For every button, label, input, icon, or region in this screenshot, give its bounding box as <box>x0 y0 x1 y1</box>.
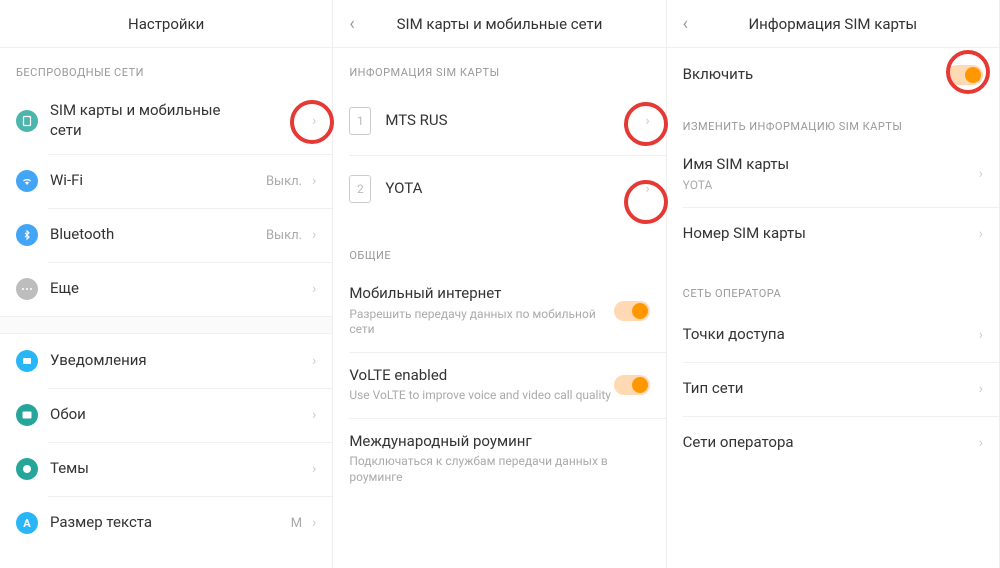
mobile-data-sub: Разрешить передачу данных по мобильной с… <box>349 307 613 338</box>
chevron-right-icon: › <box>312 113 316 129</box>
section-siminfo: ИНФОРМАЦИЯ SIM КАРТЫ <box>333 48 665 87</box>
roaming-label: Международный роуминг <box>349 432 649 452</box>
themes-icon <box>16 458 38 480</box>
chevron-right-icon: › <box>979 327 983 343</box>
sim-cards-item[interactable]: SIM карты и мобильные сети › <box>0 87 332 154</box>
notifications-icon <box>16 350 38 372</box>
network-type-label: Тип сети <box>683 379 979 399</box>
bluetooth-item[interactable]: Bluetooth Выкл. › <box>0 208 332 262</box>
pane1-title: Настройки <box>128 15 204 33</box>
settings-pane: Настройки БЕСПРОВОДНЫЕ СЕТИ SIM карты и … <box>0 0 333 568</box>
chevron-right-icon: › <box>979 226 983 242</box>
more-icon <box>16 278 38 300</box>
chevron-right-icon: › <box>979 435 983 451</box>
sim2-item[interactable]: 2 YOTA › <box>333 155 665 223</box>
chevron-right-icon: › <box>312 281 316 297</box>
bluetooth-label: Bluetooth <box>50 225 266 245</box>
chevron-right-icon: › <box>645 181 649 197</box>
wallpaper-item[interactable]: Обои › <box>0 388 332 442</box>
themes-label: Темы <box>50 459 312 479</box>
bluetooth-icon <box>16 224 38 246</box>
roaming-sub: Подключаться к службам передачи данных в… <box>349 454 649 485</box>
sim-number-item[interactable]: Номер SIM карты › <box>667 207 999 261</box>
notifications-item[interactable]: Уведомления › <box>0 334 332 388</box>
wifi-label: Wi-Fi <box>50 171 266 191</box>
sim-icon <box>16 110 38 132</box>
general-list: Мобильный интернет Разрешить передачу да… <box>333 270 665 499</box>
chevron-right-icon: › <box>312 173 316 189</box>
more-item[interactable]: Еще › <box>0 262 332 316</box>
chevron-right-icon: › <box>312 515 316 531</box>
pane1-header: Настройки <box>0 0 332 48</box>
pane1-list: SIM карты и мобильные сети › Wi-Fi Выкл.… <box>0 87 332 316</box>
chevron-right-icon: › <box>312 461 316 477</box>
operator-networks-item[interactable]: Сети оператора › <box>667 416 999 470</box>
edit-list: Имя SIM карты YOTA › Номер SIM карты › <box>667 141 999 261</box>
operator-list: Точки доступа › Тип сети › Сети оператор… <box>667 308 999 470</box>
volte-sub: Use VoLTE to improve voice and video cal… <box>349 388 613 404</box>
section-general: ОБЩИЕ <box>333 223 665 270</box>
textsize-value: M <box>291 516 302 531</box>
section-operator: СЕТЬ ОПЕРАТОРА <box>667 261 999 308</box>
chevron-right-icon: › <box>979 381 983 397</box>
sim1-label: MTS RUS <box>385 111 645 131</box>
notifications-label: Уведомления <box>50 351 312 371</box>
sim-label: SIM карты и мобильные сети <box>50 101 312 140</box>
pane2-header: ‹ SIM карты и мобильные сети <box>333 0 665 48</box>
enable-toggle[interactable] <box>947 65 983 85</box>
operator-networks-label: Сети оператора <box>683 433 979 453</box>
back-button[interactable]: ‹ <box>683 13 688 34</box>
textsize-icon: A <box>16 512 38 534</box>
wifi-item[interactable]: Wi-Fi Выкл. › <box>0 154 332 208</box>
sim1-item[interactable]: 1 MTS RUS › <box>333 87 665 155</box>
sim1-badge: 1 <box>349 107 371 135</box>
textsize-label: Размер текста <box>50 513 291 533</box>
section-wireless: БЕСПРОВОДНЫЕ СЕТИ <box>0 48 332 87</box>
sim-name-value: YOTA <box>683 178 979 194</box>
network-type-item[interactable]: Тип сети › <box>667 362 999 416</box>
pane3-title: Информация SIM карты <box>748 15 917 33</box>
enable-item[interactable]: Включить <box>667 48 999 102</box>
pane3-header: ‹ Информация SIM карты <box>667 0 999 48</box>
chevron-right-icon: › <box>312 227 316 243</box>
enable-label: Включить <box>683 65 947 85</box>
roaming-item[interactable]: Международный роуминг Подключаться к слу… <box>333 418 665 500</box>
wallpaper-label: Обои <box>50 405 312 425</box>
chevron-right-icon: › <box>979 166 983 182</box>
textsize-item[interactable]: A Размер текста M › <box>0 496 332 550</box>
sim2-label: YOTA <box>385 179 645 199</box>
more-label: Еще <box>50 279 312 299</box>
wifi-icon <box>16 170 38 192</box>
back-button[interactable]: ‹ <box>349 13 354 34</box>
apn-item[interactable]: Точки доступа › <box>667 308 999 362</box>
volte-label: VoLTE enabled <box>349 366 613 386</box>
wifi-value: Выкл. <box>266 174 302 189</box>
sim2-badge: 2 <box>349 175 371 203</box>
chevron-right-icon: › <box>312 353 316 369</box>
sim-info-pane: ‹ Информация SIM карты Включить ИЗМЕНИТЬ… <box>667 0 1000 568</box>
section-edit: ИЗМЕНИТЬ ИНФОРМАЦИЮ SIM КАРТЫ <box>667 102 999 141</box>
sim-name-item[interactable]: Имя SIM карты YOTA › <box>667 141 999 207</box>
bluetooth-value: Выкл. <box>266 228 302 243</box>
apn-label: Точки доступа <box>683 325 979 345</box>
separator <box>0 316 332 334</box>
sim-name-label: Имя SIM карты <box>683 155 979 175</box>
pane2-title: SIM карты и мобильные сети <box>397 15 603 33</box>
volte-toggle[interactable] <box>614 375 650 395</box>
chevron-right-icon: › <box>312 407 316 423</box>
chevron-right-icon: › <box>645 113 649 129</box>
sim-list: 1 MTS RUS › 2 YOTA › <box>333 87 665 223</box>
mobile-data-item[interactable]: Мобильный интернет Разрешить передачу да… <box>333 270 665 352</box>
mobile-data-toggle[interactable] <box>614 301 650 321</box>
sim-number-label: Номер SIM карты <box>683 224 979 244</box>
wallpaper-icon <box>16 404 38 426</box>
volte-item[interactable]: VoLTE enabled Use VoLTE to improve voice… <box>333 352 665 418</box>
themes-item[interactable]: Темы › <box>0 442 332 496</box>
sim-networks-pane: ‹ SIM карты и мобильные сети ИНФОРМАЦИЯ … <box>333 0 666 568</box>
pane1-list2: Уведомления › Обои › Темы › A Размер тек… <box>0 334 332 550</box>
enable-list: Включить <box>667 48 999 102</box>
mobile-data-label: Мобильный интернет <box>349 284 613 304</box>
